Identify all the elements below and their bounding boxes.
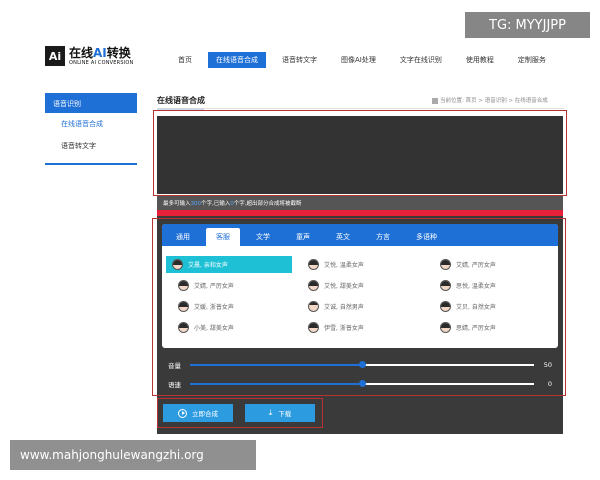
volume-value: 50 (543, 361, 552, 369)
voice-option[interactable]: 艾婧, 严厉女声 (162, 277, 294, 294)
sidebar-item-tts[interactable]: 在线语音合成 (45, 113, 137, 135)
voice-option[interactable]: 思婧, 严厉女声 (426, 319, 558, 336)
nav-image-ai[interactable]: 图像AI处理 (333, 52, 384, 68)
female-avatar-icon (308, 322, 319, 333)
tab-child[interactable]: 童声 (286, 228, 320, 246)
voice-grid: 艾晨, 亲和女声 艾悦, 温柔女声 艾婧, 严厉女声 艾婧, 严厉女声 艾悦, … (162, 246, 558, 338)
logo-mark: Ai (45, 46, 65, 66)
speed-value: 0 (547, 380, 552, 388)
speed-slider-row: 语速 0 (168, 379, 552, 389)
volume-slider-row: 音量 50 (168, 360, 552, 370)
female-avatar-icon (178, 322, 189, 333)
tab-multilingual[interactable]: 多语种 (406, 228, 447, 246)
char-count-hint: 最多可输入300个字,已输入0个字,超出部分合成将被截断 (157, 196, 563, 210)
voice-option[interactable]: 艾诚, 自然男声 (294, 298, 426, 315)
volume-slider-thumb[interactable] (359, 361, 366, 368)
breadcrumb: 当前位置: 首页 > 语音识别 > 在线语音合成 (432, 96, 548, 104)
volume-label: 音量 (168, 362, 181, 370)
nav-tts[interactable]: 在线语音合成 (208, 52, 266, 68)
female-avatar-icon (178, 280, 189, 291)
download-icon: ⤓ (268, 408, 273, 417)
voice-option[interactable]: 艾婧, 严厉女声 (426, 256, 558, 273)
speed-slider-thumb[interactable] (359, 380, 366, 387)
tab-english[interactable]: 英文 (326, 228, 360, 246)
download-button[interactable]: ⤓ 下载 (245, 404, 315, 422)
female-avatar-icon (440, 301, 451, 312)
voice-category-tabs: 通用 客服 文学 童声 英文 方言 多语种 (162, 224, 558, 246)
play-icon (178, 408, 187, 418)
title-divider (157, 108, 564, 109)
female-avatar-icon (440, 322, 451, 333)
female-avatar-icon (308, 259, 319, 270)
female-avatar-icon (440, 259, 451, 270)
main-nav: 首页 在线语音合成 语音转文字 图像AI处理 文字在线识别 使用教程 定制服务 (170, 52, 562, 68)
tab-customer-service[interactable]: 客服 (206, 228, 240, 246)
tab-general[interactable]: 通用 (166, 228, 200, 246)
page-title: 在线语音合成 (157, 96, 205, 105)
tg-overlay-badge: TG: MYYJJPP (465, 12, 590, 38)
male-avatar-icon (308, 301, 319, 312)
female-avatar-icon (178, 301, 189, 312)
logo-subtitle: ONLINE AI CONVERSION (69, 59, 134, 66)
voice-option[interactable]: 思悦, 温柔女声 (426, 277, 558, 294)
speed-label: 语速 (168, 381, 181, 389)
sidebar-item-speech-to-text[interactable]: 语音转文字 (45, 135, 137, 157)
tab-dialect[interactable]: 方言 (366, 228, 400, 246)
nav-home[interactable]: 首页 (170, 52, 200, 68)
nav-speech-to-text[interactable]: 语音转文字 (274, 52, 325, 68)
voice-selector: 通用 客服 文学 童声 英文 方言 多语种 艾晨, 亲和女声 艾悦, 温柔女声 … (162, 224, 558, 348)
voice-option[interactable]: 伊雪, 浙普女声 (294, 319, 426, 336)
nav-custom[interactable]: 定制服务 (510, 52, 554, 68)
speed-slider[interactable] (190, 380, 534, 387)
voice-option[interactable]: 小美, 甜美女声 (162, 319, 294, 336)
logo-title: 在线AI转换 (69, 45, 131, 60)
volume-slider[interactable] (190, 361, 534, 368)
watermark-url: www.mahjonghulewangzhi.org (10, 440, 256, 470)
title-accent (157, 108, 204, 111)
site-logo[interactable]: Ai 在线AI转换 ONLINE AI CONVERSION (45, 46, 133, 66)
nav-tutorial[interactable]: 使用教程 (458, 52, 502, 68)
voice-option[interactable]: 艾悦, 甜美女声 (294, 277, 426, 294)
tts-text-input[interactable] (157, 116, 563, 194)
voice-option[interactable]: 艾悦, 温柔女声 (294, 256, 426, 273)
synthesize-button[interactable]: 立即合成 (163, 404, 233, 422)
voice-option[interactable]: 艾晨, 亲和女声 (162, 256, 294, 273)
nav-ocr[interactable]: 文字在线识别 (392, 52, 450, 68)
female-avatar-icon (172, 259, 183, 270)
sidebar-header: 语音识别 (45, 93, 137, 113)
female-avatar-icon (440, 280, 451, 291)
female-avatar-icon (308, 280, 319, 291)
sidebar: 语音识别 在线语音合成 语音转文字 (45, 93, 137, 165)
voice-option[interactable]: 艾贝, 自然女声 (426, 298, 558, 315)
tab-literature[interactable]: 文学 (246, 228, 280, 246)
home-icon (432, 97, 438, 104)
voice-option[interactable]: 艾媛, 浙普女声 (162, 298, 294, 315)
